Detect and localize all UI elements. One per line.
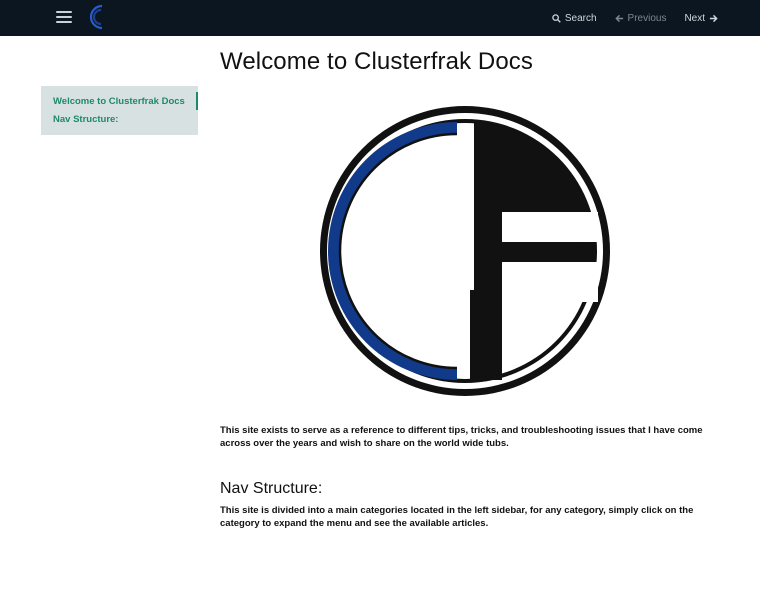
previous-label: Previous bbox=[627, 12, 667, 24]
nav-structure-paragraph: This site is divided into a main categor… bbox=[220, 505, 694, 529]
previous-link[interactable]: Previous bbox=[614, 12, 667, 24]
next-label: Next bbox=[684, 12, 705, 24]
clusterfrak-cf-logo bbox=[320, 106, 610, 396]
clusterfrak-logo-icon[interactable] bbox=[88, 3, 106, 31]
top-nav-links: Search Previous Next bbox=[552, 0, 718, 36]
sidebar: Welcome to Clusterfrak Docs Nav Structur… bbox=[41, 86, 198, 135]
nav-structure-heading: Nav Structure: bbox=[220, 480, 323, 497]
sidebar-item-welcome[interactable]: Welcome to Clusterfrak Docs bbox=[53, 96, 185, 107]
active-indicator bbox=[196, 92, 198, 110]
sidebar-item-nav-structure[interactable]: Nav Structure: bbox=[53, 114, 118, 125]
arrow-left-icon bbox=[614, 14, 623, 22]
next-link[interactable]: Next bbox=[684, 13, 718, 24]
arrow-right-icon bbox=[709, 14, 718, 22]
hamburger-icon[interactable] bbox=[56, 10, 72, 24]
search-label: Search bbox=[564, 12, 597, 24]
page-title: Welcome to Clusterfrak Docs bbox=[220, 48, 534, 75]
top-navbar: Search Previous Next bbox=[0, 0, 760, 36]
intro-paragraph: This site exists to serve as a reference… bbox=[220, 425, 703, 449]
search-icon bbox=[552, 13, 561, 23]
search-link[interactable]: Search bbox=[552, 13, 597, 24]
